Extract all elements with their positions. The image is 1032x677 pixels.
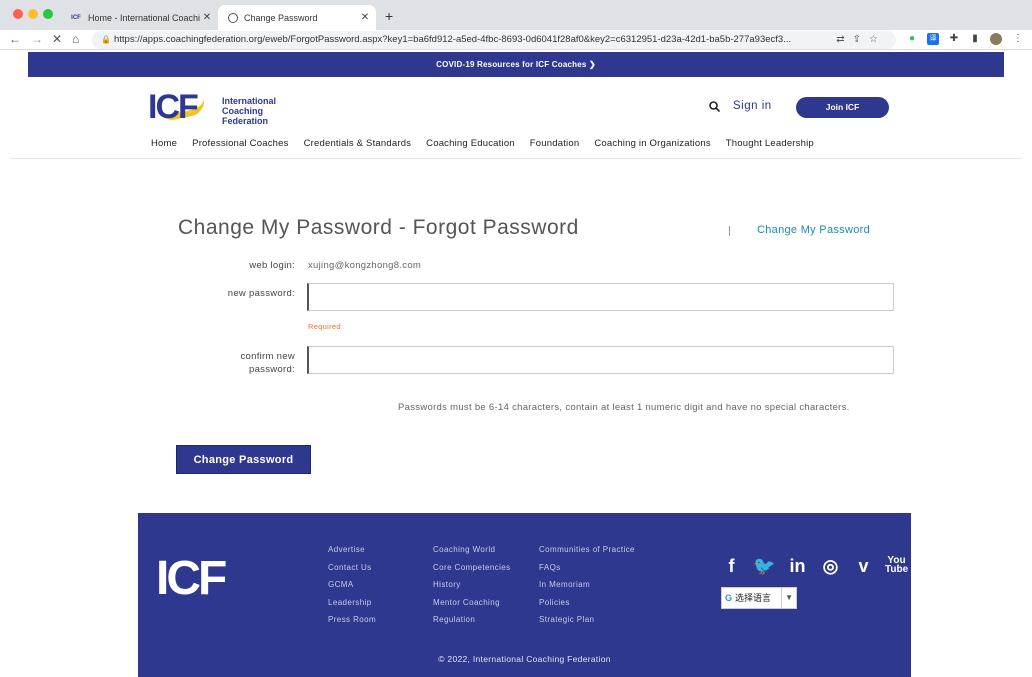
nav-divider <box>10 158 1022 159</box>
tab-change-password[interactable]: Change Password ✕ <box>218 5 376 30</box>
change-my-password-link[interactable]: Change My Password <box>757 224 870 236</box>
page-title: Change My Password - Forgot Password <box>178 216 579 239</box>
browser-toolbar: ← → ✕ ⌂ 🔒 https://apps.coachingfederatio… <box>0 30 1032 50</box>
new-password-field[interactable] <box>307 283 894 311</box>
footer-icf-logo[interactable]: ICF <box>156 555 227 603</box>
browser-tab-bar: ICF Home - International Coaching ✕ Chan… <box>0 0 1032 30</box>
footer-link[interactable]: Regulation <box>433 611 511 629</box>
tab-home[interactable]: ICF Home - International Coaching ✕ <box>60 5 218 30</box>
new-tab-button[interactable]: + <box>385 8 393 24</box>
omnibox-actions[interactable]: ⇄⇪☆ <box>836 31 886 49</box>
footer-link[interactable]: Contact Us <box>328 559 376 577</box>
address-bar[interactable]: 🔒 https://apps.coachingfederation.org/ew… <box>92 31 896 49</box>
extensions-puzzle-icon[interactable]: ✚ <box>948 33 960 45</box>
confirm-password-field[interactable] <box>307 346 894 374</box>
share-icon[interactable]: ⇪ <box>853 34 869 45</box>
lock-icon: 🔒 <box>101 35 111 44</box>
footer-col-1: Advertise Contact Us GCMA Leadership Pre… <box>328 541 376 629</box>
footer-link[interactable]: Policies <box>539 594 635 612</box>
chevron-down-icon: ▼ <box>781 588 793 608</box>
sign-in-link[interactable]: Sign in <box>733 100 772 112</box>
home-icon[interactable]: ⌂ <box>72 32 79 46</box>
evernote-extension-icon[interactable]: ● <box>906 33 918 45</box>
nav-home[interactable]: Home <box>151 138 177 149</box>
icf-logo[interactable]: ICF International Coaching Federation <box>148 88 288 126</box>
social-links: f 🐦 in ◎ v You Tube <box>720 556 909 577</box>
stop-loading-icon[interactable]: ✕ <box>52 32 62 46</box>
close-window-button[interactable] <box>13 9 23 19</box>
nav-coaching-education[interactable]: Coaching Education <box>426 138 515 149</box>
bookmark-star-icon[interactable]: ☆ <box>869 34 886 45</box>
web-login-label: web login: <box>249 260 295 271</box>
footer-link[interactable]: GCMA <box>328 576 376 594</box>
footer-link[interactable]: In Memoriam <box>539 576 635 594</box>
tab-title: Change Password <box>244 12 318 23</box>
twitter-icon[interactable]: 🐦 <box>753 556 776 577</box>
footer-link[interactable]: Press Room <box>328 611 376 629</box>
footer-link[interactable]: History <box>433 576 511 594</box>
url-text: https://apps.coachingfederation.org/eweb… <box>114 34 792 45</box>
main-nav: Home Professional Coaches Credentials & … <box>151 138 829 149</box>
nav-foundation[interactable]: Foundation <box>530 138 580 149</box>
menu-kebab-icon[interactable]: ⋮ <box>1012 33 1024 45</box>
translate-extension-icon[interactable]: 译 <box>927 33 939 45</box>
footer-link[interactable]: Core Competencies <box>433 559 511 577</box>
required-message: Required <box>308 322 341 331</box>
back-icon[interactable]: ← <box>9 32 21 46</box>
google-icon: G <box>725 593 733 603</box>
profile-avatar[interactable] <box>990 33 1002 45</box>
language-select[interactable]: G 选择语言 ▼ <box>721 587 797 609</box>
footer-link[interactable]: Coaching World <box>433 541 511 559</box>
icf-favicon-icon: ICF <box>71 14 81 21</box>
close-tab-icon[interactable]: ✕ <box>200 12 214 23</box>
change-password-button[interactable]: Change Password <box>176 445 311 474</box>
footer-link[interactable]: Strategic Plan <box>539 611 635 629</box>
nav-coaching-in-organizations[interactable]: Coaching in Organizations <box>594 138 710 149</box>
facebook-icon[interactable]: f <box>720 556 743 577</box>
copyright: © 2022, International Coaching Federatio… <box>438 654 611 664</box>
password-rules-hint: Passwords must be 6-14 characters, conta… <box>398 402 850 413</box>
footer-link[interactable]: Leadership <box>328 594 376 612</box>
logo-mark: ICF <box>148 88 199 126</box>
footer-link[interactable]: FAQs <box>539 559 635 577</box>
title-divider <box>729 226 730 236</box>
search-icon[interactable] <box>709 101 720 112</box>
footer-link[interactable]: Mentor Coaching <box>433 594 511 612</box>
language-select-label: 选择语言 <box>735 593 772 603</box>
nav-credentials-standards[interactable]: Credentials & Standards <box>304 138 412 149</box>
logo-text: International Coaching Federation <box>222 96 277 126</box>
footer-link[interactable]: Communities of Practice <box>539 541 635 559</box>
footer-link[interactable]: Advertise <box>328 541 376 559</box>
tab-title: Home - International Coaching <box>88 12 200 23</box>
instagram-icon[interactable]: ◎ <box>819 556 842 577</box>
minimize-window-button[interactable] <box>28 9 38 19</box>
join-icf-button[interactable]: Join ICF <box>796 97 889 118</box>
globe-icon <box>228 12 238 23</box>
covid-banner-link[interactable]: COVID-19 Resources for ICF Coaches ❯ <box>28 52 1004 77</box>
footer-col-3: Communities of Practice FAQs In Memoriam… <box>539 541 635 629</box>
side-panel-icon[interactable]: ▮ <box>969 33 981 45</box>
translate-icon[interactable]: ⇄ <box>836 34 852 45</box>
nav-professional-coaches[interactable]: Professional Coaches <box>192 138 288 149</box>
close-tab-icon[interactable]: ✕ <box>358 12 372 23</box>
vimeo-icon[interactable]: v <box>852 556 875 577</box>
footer-col-2: Coaching World Core Competencies History… <box>433 541 511 629</box>
linkedin-icon[interactable]: in <box>786 556 809 577</box>
maximize-window-button[interactable] <box>43 9 53 19</box>
footer: ICF Advertise Contact Us GCMA Leadership… <box>138 513 911 677</box>
web-login-value: xujing@kongzhong8.com <box>308 260 422 271</box>
forward-icon[interactable]: → <box>31 32 43 46</box>
new-password-label: new password: <box>227 288 295 299</box>
nav-thought-leadership[interactable]: Thought Leadership <box>726 138 814 149</box>
confirm-password-label: confirm new password: <box>240 351 295 375</box>
youtube-icon[interactable]: You Tube <box>885 556 908 577</box>
